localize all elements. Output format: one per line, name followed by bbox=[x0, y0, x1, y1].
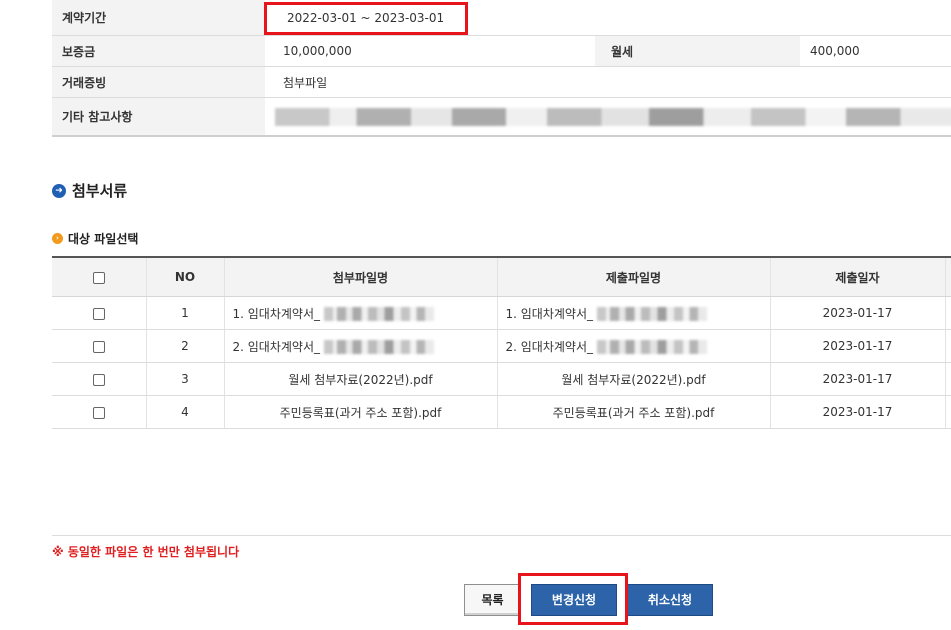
table-row: 1 1. 임대차계약서_ 1. 임대차계약서_ 2023-01-17 bbox=[52, 296, 951, 330]
contract-info-table: 계약기간 2022-03-01 ~ 2023-03-01 보증금 10,000,… bbox=[52, 0, 951, 137]
table-row: 4 주민등록표(과거 주소 포함).pdf 주민등록표(과거 주소 포함).pd… bbox=[52, 395, 951, 429]
file-select-subtitle: › 대상 파일선택 bbox=[52, 230, 138, 247]
row-no: 1 bbox=[146, 296, 225, 330]
contract-period-label: 계약기간 bbox=[52, 0, 265, 36]
row-checkbox-cell bbox=[52, 296, 147, 330]
redacted-text bbox=[597, 340, 708, 354]
transaction-proof-value: 첨부파일 bbox=[265, 66, 951, 98]
row-no: 4 bbox=[146, 395, 225, 429]
transaction-proof-label: 거래증빙 bbox=[52, 66, 265, 98]
redacted-text bbox=[275, 107, 951, 126]
table-header-row: NO 첨부파일명 제출파일명 제출일자 bbox=[52, 256, 951, 297]
redacted-text bbox=[597, 307, 708, 321]
row-checkbox[interactable] bbox=[92, 307, 105, 320]
attachments-section-label: 첨부서류 bbox=[72, 182, 128, 200]
attachments-table: NO 첨부파일명 제출파일명 제출일자 1 1. 임대차계약서_ 1. 임대차계… bbox=[52, 256, 951, 429]
duplicate-file-notice: ※ 동일한 파일은 한 번만 첨부됩니다 bbox=[52, 545, 240, 559]
row-checkbox[interactable] bbox=[92, 340, 105, 353]
select-all-header bbox=[52, 256, 147, 297]
row-submit-name-cell: 2. 임대차계약서_ bbox=[497, 329, 771, 363]
row-no: 3 bbox=[146, 362, 225, 396]
row-extra bbox=[945, 362, 951, 396]
redacted-text bbox=[324, 307, 435, 321]
row-attach-name[interactable]: 2. 임대차계약서_ bbox=[233, 340, 321, 354]
row-date: 2023-01-17 bbox=[770, 395, 946, 429]
row-checkbox-cell bbox=[52, 395, 147, 429]
change-button-highlight bbox=[518, 573, 628, 625]
row-checkbox[interactable] bbox=[92, 406, 105, 419]
list-button[interactable]: 목록 bbox=[464, 584, 521, 616]
cancel-request-button[interactable]: 취소신청 bbox=[627, 584, 713, 616]
etc-notes-label: 기타 참고사항 bbox=[52, 97, 265, 137]
row-submit-name: 주민등록표(과거 주소 포함).pdf bbox=[497, 395, 771, 429]
attachments-section-title: ➜ 첨부서류 bbox=[52, 180, 127, 201]
row-extra bbox=[945, 329, 951, 363]
contract-period-row: 계약기간 2022-03-01 ~ 2023-03-01 bbox=[52, 0, 951, 36]
etc-notes-row: 기타 참고사항 bbox=[52, 97, 951, 137]
row-checkbox-cell bbox=[52, 329, 147, 363]
row-submit-name-cell: 1. 임대차계약서_ bbox=[497, 296, 771, 330]
row-attach-name-cell[interactable]: 2. 임대차계약서_ bbox=[224, 329, 498, 363]
transaction-proof-row: 거래증빙 첨부파일 bbox=[52, 66, 951, 98]
divider bbox=[52, 535, 951, 536]
table-row: 3 월세 첨부자료(2022년).pdf 월세 첨부자료(2022년).pdf … bbox=[52, 362, 951, 396]
deposit-label: 보증금 bbox=[52, 35, 265, 67]
contract-period-highlight bbox=[264, 2, 468, 35]
redacted-text bbox=[324, 340, 435, 354]
deposit-row: 보증금 10,000,000 월세 400,000 bbox=[52, 35, 951, 67]
etc-notes-value bbox=[265, 97, 951, 137]
row-attach-name[interactable]: 1. 임대차계약서_ bbox=[233, 307, 321, 321]
monthly-rent-value: 400,000 bbox=[800, 35, 951, 67]
file-select-label: 대상 파일선택 bbox=[68, 232, 139, 246]
row-date: 2023-01-17 bbox=[770, 362, 946, 396]
row-date: 2023-01-17 bbox=[770, 296, 946, 330]
header-submit-date: 제출일자 bbox=[770, 256, 946, 297]
arrow-circle-small-icon: › bbox=[52, 233, 63, 244]
row-checkbox-cell bbox=[52, 362, 147, 396]
select-all-checkbox[interactable] bbox=[92, 271, 105, 284]
row-date: 2023-01-17 bbox=[770, 329, 946, 363]
header-extra bbox=[945, 256, 951, 297]
row-attach-name-cell[interactable]: 1. 임대차계약서_ bbox=[224, 296, 498, 330]
row-attach-name[interactable]: 월세 첨부자료(2022년).pdf bbox=[224, 362, 498, 396]
row-submit-name: 월세 첨부자료(2022년).pdf bbox=[497, 362, 771, 396]
header-submit-name: 제출파일명 bbox=[497, 256, 771, 297]
deposit-value: 10,000,000 bbox=[265, 35, 595, 67]
row-extra bbox=[945, 395, 951, 429]
row-attach-name[interactable]: 주민등록표(과거 주소 포함).pdf bbox=[224, 395, 498, 429]
arrow-circle-icon: ➜ bbox=[52, 183, 66, 198]
monthly-rent-label: 월세 bbox=[595, 35, 800, 67]
row-submit-name: 2. 임대차계약서_ bbox=[505, 339, 594, 354]
row-submit-name: 1. 임대차계약서_ bbox=[505, 306, 594, 321]
row-extra bbox=[945, 296, 951, 330]
header-attach-name: 첨부파일명 bbox=[224, 256, 498, 297]
header-no: NO bbox=[146, 256, 225, 297]
table-row: 2 2. 임대차계약서_ 2. 임대차계약서_ 2023-01-17 bbox=[52, 329, 951, 363]
row-checkbox[interactable] bbox=[92, 373, 105, 386]
row-no: 2 bbox=[146, 329, 225, 363]
